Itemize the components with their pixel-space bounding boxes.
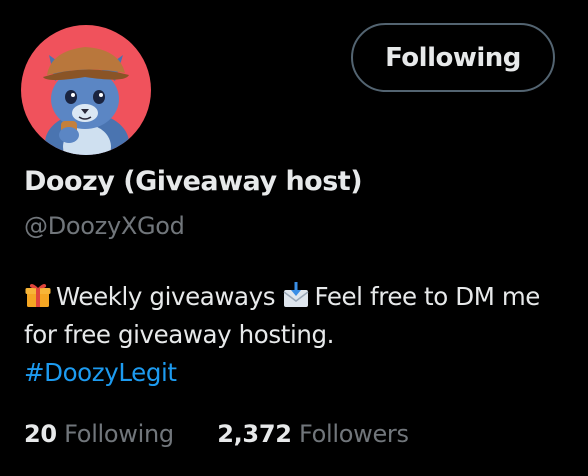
profile-bio: Weekly giveaways Feel free to DM me for … xyxy=(24,278,564,392)
profile-card: Following Doozy (Giveaway host) @DoozyXG… xyxy=(0,0,588,476)
user-handle: @DoozyXGod xyxy=(24,212,185,240)
followers-count: 2,372 xyxy=(217,420,292,448)
gift-icon xyxy=(24,281,52,309)
bio-text-part1: Weekly giveaways xyxy=(56,282,276,311)
followers-label: Followers xyxy=(298,420,409,448)
following-stat-link[interactable]: 20 Following xyxy=(24,420,174,448)
followers-stat-link[interactable]: 2,372 Followers xyxy=(217,420,409,448)
following-count: 20 xyxy=(24,420,57,448)
cat-with-hat-avatar-icon xyxy=(21,25,151,155)
following-label: Following xyxy=(64,420,174,448)
following-button[interactable]: Following xyxy=(351,23,555,92)
display-name: Doozy (Giveaway host) xyxy=(24,166,363,197)
envelope-arrow-icon xyxy=(282,281,310,309)
profile-stats: 20 Following 2,372 Followers xyxy=(24,420,409,448)
hashtag-link[interactable]: #DoozyLegit xyxy=(24,358,177,387)
avatar[interactable] xyxy=(21,25,151,155)
